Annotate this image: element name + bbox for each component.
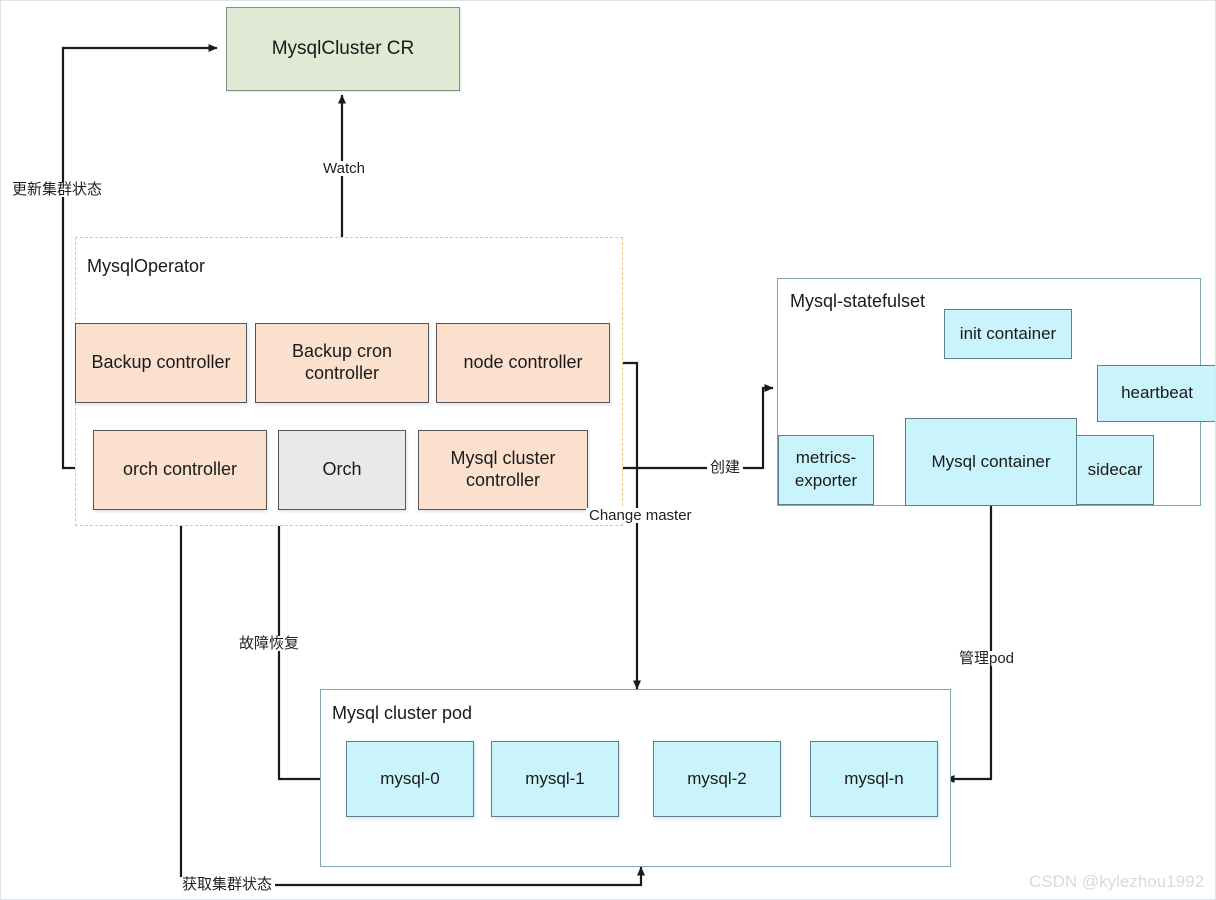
node-mysql-cluster-controller-label: Mysql cluster controller: [450, 448, 556, 490]
node-metrics-exporter[interactable]: metrics-exporter: [778, 435, 874, 505]
diagram-canvas: MysqlCluster CR MysqlOperator Backup con…: [0, 0, 1216, 900]
node-mysql-container[interactable]: Mysql container: [905, 418, 1077, 506]
node-heartbeat[interactable]: heartbeat: [1097, 365, 1215, 422]
node-mysql-2-label: mysql-2: [687, 768, 747, 788]
edge-create-statefulset: [637, 384, 774, 470]
group-mysql-operator-title: MysqlOperator: [87, 256, 206, 276]
node-orch-label: Orch: [322, 459, 362, 480]
node-mysqlcluster-cr[interactable]: MysqlCluster CR: [226, 7, 460, 91]
edge-label-change-master: Change master: [586, 508, 695, 523]
edge-label-update-cluster-status: 更新集群状态: [9, 182, 106, 197]
node-init-container[interactable]: init container: [944, 309, 1072, 359]
node-mysql-container-label: Mysql container: [931, 451, 1051, 471]
node-orch-controller[interactable]: orch controller: [93, 430, 267, 510]
edge-label-create: 创建: [707, 460, 744, 475]
node-node-controller[interactable]: node controller: [436, 323, 610, 403]
node-heartbeat-label: heartbeat: [1121, 383, 1193, 403]
node-init-container-label: init container: [959, 323, 1057, 343]
node-backup-cron-controller-label: Backup cron controller: [291, 341, 393, 383]
group-mysql-cluster-pod-title: Mysql cluster pod: [332, 703, 473, 723]
node-mysql-2[interactable]: mysql-2: [653, 741, 781, 817]
edge-label-failure-recovery: 故障恢复: [236, 636, 303, 651]
csdn-watermark: CSDN @kylezhou1992: [1029, 872, 1205, 891]
node-mysqlcluster-cr-label: MysqlCluster CR: [271, 38, 415, 60]
node-orch[interactable]: Orch: [278, 430, 406, 510]
node-backup-cron-controller[interactable]: Backup cron controller: [255, 323, 429, 403]
node-mysql-1[interactable]: mysql-1: [491, 741, 619, 817]
node-sidecar[interactable]: sidecar: [1076, 435, 1154, 505]
node-mysql-cluster-controller[interactable]: Mysql cluster controller: [418, 430, 588, 510]
node-metrics-exporter-label: metrics-exporter: [794, 448, 858, 490]
node-sidecar-label: sidecar: [1087, 459, 1143, 479]
edge-label-manage-pod: 管理pod: [956, 651, 1018, 666]
edge-manage-pod: [945, 506, 993, 783]
node-backup-controller-label: Backup controller: [91, 352, 231, 373]
edge-label-watch: Watch: [320, 161, 368, 176]
node-orch-controller-label: orch controller: [122, 459, 238, 480]
node-node-controller-label: node controller: [463, 352, 583, 373]
node-backup-controller[interactable]: Backup controller: [75, 323, 247, 403]
edge-label-get-cluster-status: 获取集群状态: [179, 877, 276, 892]
node-mysql-n[interactable]: mysql-n: [810, 741, 938, 817]
node-mysql-0-label: mysql-0: [380, 768, 440, 788]
group-mysql-statefulset-title: Mysql-statefulset: [790, 291, 926, 311]
node-mysql-n-label: mysql-n: [844, 768, 904, 788]
node-mysql-1-label: mysql-1: [525, 768, 585, 788]
node-mysql-0[interactable]: mysql-0: [346, 741, 474, 817]
